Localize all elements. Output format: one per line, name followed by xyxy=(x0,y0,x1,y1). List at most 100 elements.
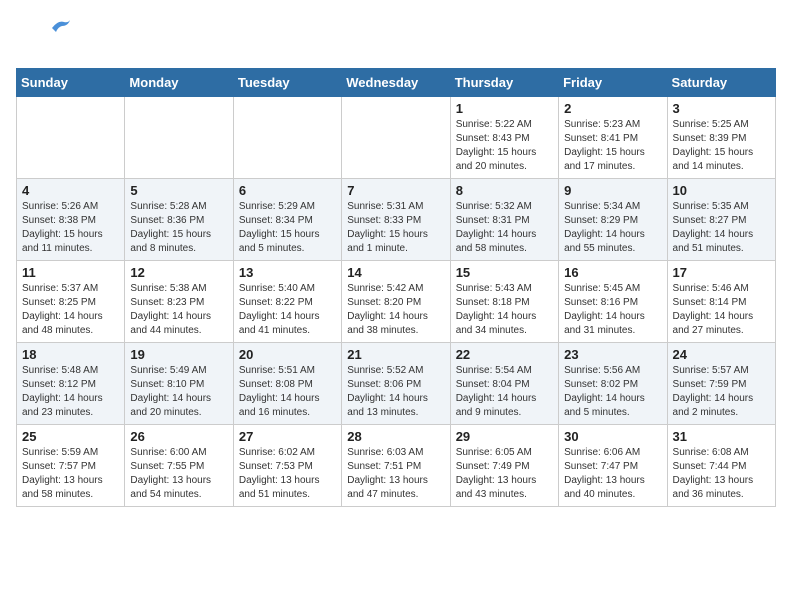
calendar-table: SundayMondayTuesdayWednesdayThursdayFrid… xyxy=(16,68,776,507)
calendar-week-5: 25 Sunrise: 5:59 AM Sunset: 7:57 PM Dayli… xyxy=(17,425,776,507)
calendar-cell: 10Sunrise: 5:35 AM Sunset: 8:27 PM Dayli… xyxy=(667,179,775,261)
day-info: Sunrise: 5:28 AM Sunset: 8:36 PM Dayligh… xyxy=(130,200,227,256)
calendar-cell: 14Sunrise: 5:42 AM Sunset: 8:20 PM Dayli… xyxy=(342,261,450,343)
day-number: 28 xyxy=(347,429,444,444)
day-number: 10 xyxy=(673,183,770,198)
day-number: 16 xyxy=(564,265,661,280)
day-number: 11 xyxy=(22,265,119,280)
day-info: Sunrise: 5:31 AM Sunset: 8:33 PM Dayligh… xyxy=(347,200,444,256)
day-info: Sunrise: 5:57 AM Sunset: 7:59 PM Dayligh… xyxy=(673,364,770,420)
day-info: Sunrise: 5:48 AM Sunset: 8:12 PM Dayligh… xyxy=(22,364,119,420)
logo xyxy=(16,16,66,56)
day-number: 12 xyxy=(130,265,227,280)
day-number: 15 xyxy=(456,265,553,280)
calendar-cell: 19Sunrise: 5:49 AM Sunset: 8:10 PM Dayli… xyxy=(125,343,233,425)
calendar-week-1: 1 Sunrise: 5:22 AM Sunset: 8:43 PM Daylig… xyxy=(17,97,776,179)
day-info: Sunrise: 5:49 AM Sunset: 8:10 PM Dayligh… xyxy=(130,364,227,420)
day-info: Sunrise: 5:38 AM Sunset: 8:23 PM Dayligh… xyxy=(130,282,227,338)
day-number: 30 xyxy=(564,429,661,444)
calendar-cell xyxy=(342,97,450,179)
day-number: 21 xyxy=(347,347,444,362)
day-number: 8 xyxy=(456,183,553,198)
calendar-cell: 13Sunrise: 5:40 AM Sunset: 8:22 PM Dayli… xyxy=(233,261,341,343)
calendar-cell: 31 Sunrise: 6:08 AM Sunset: 7:44 PM Dayli… xyxy=(667,425,775,507)
day-number: 31 xyxy=(673,429,770,444)
day-number: 1 xyxy=(456,101,553,116)
calendar-cell: 28 Sunrise: 6:03 AM Sunset: 7:51 PM Dayli… xyxy=(342,425,450,507)
day-info: Sunrise: 5:52 AM Sunset: 8:06 PM Dayligh… xyxy=(347,364,444,420)
day-info: Sunrise: 6:05 AM Sunset: 7:49 PM Dayligh… xyxy=(456,446,553,502)
day-info: Sunrise: 5:23 AM Sunset: 8:41 PM Dayligh… xyxy=(564,118,661,174)
day-number: 27 xyxy=(239,429,336,444)
calendar-cell: 8 Sunrise: 5:32 AM Sunset: 8:31 PM Daylig… xyxy=(450,179,558,261)
calendar-cell: 11 Sunrise: 5:37 AM Sunset: 8:25 PM Dayli… xyxy=(17,261,125,343)
day-info: Sunrise: 5:56 AM Sunset: 8:02 PM Dayligh… xyxy=(564,364,661,420)
day-number: 20 xyxy=(239,347,336,362)
page-header xyxy=(16,16,776,56)
day-number: 17 xyxy=(673,265,770,280)
day-info: Sunrise: 5:43 AM Sunset: 8:18 PM Dayligh… xyxy=(456,282,553,338)
day-header-tuesday: Tuesday xyxy=(233,69,341,97)
calendar-cell: 17 Sunrise: 5:46 AM Sunset: 8:14 PM Dayli… xyxy=(667,261,775,343)
day-number: 13 xyxy=(239,265,336,280)
calendar-cell: 22 Sunrise: 5:54 AM Sunset: 8:04 PM Dayli… xyxy=(450,343,558,425)
day-info: Sunrise: 5:59 AM Sunset: 7:57 PM Dayligh… xyxy=(22,446,119,502)
day-info: Sunrise: 5:45 AM Sunset: 8:16 PM Dayligh… xyxy=(564,282,661,338)
calendar-cell xyxy=(125,97,233,179)
calendar-cell: 7 Sunrise: 5:31 AM Sunset: 8:33 PM Daylig… xyxy=(342,179,450,261)
day-header-saturday: Saturday xyxy=(667,69,775,97)
calendar-cell: 21 Sunrise: 5:52 AM Sunset: 8:06 PM Dayli… xyxy=(342,343,450,425)
day-header-sunday: Sunday xyxy=(17,69,125,97)
day-info: Sunrise: 5:54 AM Sunset: 8:04 PM Dayligh… xyxy=(456,364,553,420)
calendar-cell: 23 Sunrise: 5:56 AM Sunset: 8:02 PM Dayli… xyxy=(559,343,667,425)
calendar-cell: 9Sunrise: 5:34 AM Sunset: 8:29 PM Daylig… xyxy=(559,179,667,261)
day-info: Sunrise: 5:37 AM Sunset: 8:25 PM Dayligh… xyxy=(22,282,119,338)
calendar-cell: 29 Sunrise: 6:05 AM Sunset: 7:49 PM Dayli… xyxy=(450,425,558,507)
day-number: 4 xyxy=(22,183,119,198)
calendar-cell: 26Sunrise: 6:00 AM Sunset: 7:55 PM Dayli… xyxy=(125,425,233,507)
day-info: Sunrise: 5:25 AM Sunset: 8:39 PM Dayligh… xyxy=(673,118,770,174)
calendar-cell: 20 Sunrise: 5:51 AM Sunset: 8:08 PM Dayli… xyxy=(233,343,341,425)
day-number: 9 xyxy=(564,183,661,198)
day-info: Sunrise: 6:08 AM Sunset: 7:44 PM Dayligh… xyxy=(673,446,770,502)
day-info: Sunrise: 5:26 AM Sunset: 8:38 PM Dayligh… xyxy=(22,200,119,256)
calendar-cell: 3 Sunrise: 5:25 AM Sunset: 8:39 PM Daylig… xyxy=(667,97,775,179)
day-info: Sunrise: 5:51 AM Sunset: 8:08 PM Dayligh… xyxy=(239,364,336,420)
calendar-cell: 30 Sunrise: 6:06 AM Sunset: 7:47 PM Dayli… xyxy=(559,425,667,507)
calendar-cell: 2Sunrise: 5:23 AM Sunset: 8:41 PM Daylig… xyxy=(559,97,667,179)
calendar-cell xyxy=(233,97,341,179)
day-info: Sunrise: 6:00 AM Sunset: 7:55 PM Dayligh… xyxy=(130,446,227,502)
day-info: Sunrise: 6:06 AM Sunset: 7:47 PM Dayligh… xyxy=(564,446,661,502)
day-number: 29 xyxy=(456,429,553,444)
day-number: 24 xyxy=(673,347,770,362)
day-info: Sunrise: 6:02 AM Sunset: 7:53 PM Dayligh… xyxy=(239,446,336,502)
calendar-cell: 27 Sunrise: 6:02 AM Sunset: 7:53 PM Dayli… xyxy=(233,425,341,507)
calendar-cell: 6Sunrise: 5:29 AM Sunset: 8:34 PM Daylig… xyxy=(233,179,341,261)
day-info: Sunrise: 6:03 AM Sunset: 7:51 PM Dayligh… xyxy=(347,446,444,502)
day-header-wednesday: Wednesday xyxy=(342,69,450,97)
calendar-cell: 1 Sunrise: 5:22 AM Sunset: 8:43 PM Daylig… xyxy=(450,97,558,179)
day-info: Sunrise: 5:42 AM Sunset: 8:20 PM Dayligh… xyxy=(347,282,444,338)
calendar-cell: 4 Sunrise: 5:26 AM Sunset: 8:38 PM Daylig… xyxy=(17,179,125,261)
calendar-week-4: 18 Sunrise: 5:48 AM Sunset: 8:12 PM Dayli… xyxy=(17,343,776,425)
day-info: Sunrise: 5:46 AM Sunset: 8:14 PM Dayligh… xyxy=(673,282,770,338)
calendar-week-2: 4 Sunrise: 5:26 AM Sunset: 8:38 PM Daylig… xyxy=(17,179,776,261)
day-number: 23 xyxy=(564,347,661,362)
day-header-monday: Monday xyxy=(125,69,233,97)
day-number: 7 xyxy=(347,183,444,198)
calendar-cell: 25 Sunrise: 5:59 AM Sunset: 7:57 PM Dayli… xyxy=(17,425,125,507)
day-number: 22 xyxy=(456,347,553,362)
day-number: 18 xyxy=(22,347,119,362)
calendar-cell: 5Sunrise: 5:28 AM Sunset: 8:36 PM Daylig… xyxy=(125,179,233,261)
calendar-cell: 16 Sunrise: 5:45 AM Sunset: 8:16 PM Dayli… xyxy=(559,261,667,343)
calendar-cell: 15 Sunrise: 5:43 AM Sunset: 8:18 PM Dayli… xyxy=(450,261,558,343)
day-number: 25 xyxy=(22,429,119,444)
calendar-cell: 24 Sunrise: 5:57 AM Sunset: 7:59 PM Dayli… xyxy=(667,343,775,425)
day-number: 3 xyxy=(673,101,770,116)
day-header-thursday: Thursday xyxy=(450,69,558,97)
day-number: 6 xyxy=(239,183,336,198)
day-header-friday: Friday xyxy=(559,69,667,97)
day-info: Sunrise: 5:22 AM Sunset: 8:43 PM Dayligh… xyxy=(456,118,553,174)
day-info: Sunrise: 5:32 AM Sunset: 8:31 PM Dayligh… xyxy=(456,200,553,256)
calendar-cell xyxy=(17,97,125,179)
